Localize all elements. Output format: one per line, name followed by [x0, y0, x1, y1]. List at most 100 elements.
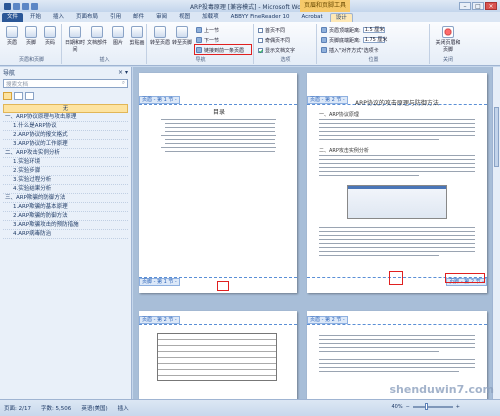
nav-item[interactable]: 1.实验环境 [3, 158, 128, 167]
picture-button[interactable]: 图片 [109, 26, 127, 46]
maximize-button[interactable]: □ [472, 2, 484, 10]
nav-item[interactable]: 2.实验步骤 [3, 167, 128, 176]
redo-icon[interactable] [31, 2, 38, 10]
text-line [319, 171, 475, 172]
zoom-in-icon[interactable]: + [456, 404, 460, 410]
nav-item[interactable]: 1.ARP欺骗的基本原理 [3, 203, 128, 212]
quick-parts-icon [91, 26, 103, 38]
window-controls: – □ × [459, 2, 500, 10]
page-header[interactable]: 页眉 - 第 1 节 - [139, 96, 297, 105]
group-close: 关闭页眉和页脚 关闭 [431, 24, 465, 64]
page-2[interactable]: 页眉 - 第 2 节 - ARP协议的攻击原理与防御方法 一、ARP协议原理 二… [307, 73, 487, 293]
footer-from-bottom-field[interactable]: 页脚底端距离: 1.75 厘米 [321, 36, 387, 44]
save-icon[interactable] [13, 2, 20, 10]
close-button[interactable]: × [485, 2, 497, 10]
header-from-top-field[interactable]: 页眉顶端距离: 1.5 厘米 [321, 26, 385, 34]
results-view-tab[interactable] [25, 92, 34, 100]
tab-abbyy[interactable]: ABBYY FineReader 10 [226, 13, 295, 22]
close-header-footer-button[interactable]: 关闭页眉和页脚 [435, 26, 461, 53]
tab-mailings[interactable]: 邮件 [128, 13, 149, 22]
zoom-slider[interactable] [412, 403, 453, 410]
nav-tree: 无 一、ARP协议原理与攻击原理 1.什么是ARP协议 2.ARP协议的报文格式… [3, 104, 128, 239]
nav-item[interactable]: 3.ARP欺骗攻击的预防措施 [3, 221, 128, 230]
text-line [319, 139, 439, 140]
goto-footer-button[interactable]: 转至页脚 [172, 26, 192, 46]
tab-design[interactable]: 设计 [329, 13, 353, 22]
document-area[interactable]: 页眉 - 第 1 节 - 目录 页脚 - 第 1 节 - 页眉 - 第 2 节 … [133, 67, 500, 399]
nav-item[interactable]: 1.什么是ARP协议 [3, 122, 128, 131]
tab-insert[interactable]: 插入 [48, 13, 69, 22]
nav-search-input[interactable]: 搜索文档 ⌕ [3, 79, 128, 88]
tab-page-layout[interactable]: 页面布局 [71, 13, 103, 22]
nav-item[interactable]: 无 [3, 104, 128, 113]
insert-alignment-tab-button[interactable]: 插入"对齐方式"选项卡 [321, 46, 379, 54]
language-indicator[interactable]: 英语(美国) [81, 404, 107, 412]
nav-item[interactable]: 2.ARP协议的报文格式 [3, 131, 128, 140]
scrollbar-thumb[interactable] [494, 107, 499, 167]
nav-item[interactable]: 2.ARP欺骗的防御方法 [3, 212, 128, 221]
page-header[interactable]: 页眉 - 第 2 节 - [307, 316, 487, 325]
word-icon [4, 2, 11, 10]
group-label: 位置 [368, 57, 379, 63]
nav-item[interactable]: 二、ARP攻击实例分析 [3, 149, 128, 158]
text-line [319, 251, 475, 252]
tab-review[interactable]: 审阅 [151, 13, 172, 22]
group-label: 页眉和页脚 [18, 57, 44, 63]
nav-item[interactable]: 三、ARP欺骗的防御方法 [3, 194, 128, 203]
vertical-scrollbar[interactable] [492, 67, 500, 399]
text-line [319, 119, 475, 120]
page-1[interactable]: 页眉 - 第 1 节 - 目录 页脚 - 第 1 节 - [139, 73, 297, 293]
next-section-button[interactable]: 下一节 [196, 36, 219, 44]
nav-item[interactable]: 3.实验过程分析 [3, 176, 128, 185]
minimize-button[interactable]: – [459, 2, 471, 10]
date-time-button[interactable]: 日期和时间 [65, 26, 85, 53]
tab-references[interactable]: 引用 [105, 13, 126, 22]
show-document-text-checkbox[interactable]: 显示文档文字 [258, 46, 295, 54]
nav-item[interactable]: 4.实验结果分析 [3, 185, 128, 194]
toc-line [161, 119, 276, 120]
table [157, 333, 277, 381]
nav-close-icon[interactable]: × ▾ [118, 69, 128, 76]
tab-view[interactable]: 视图 [174, 13, 195, 22]
quick-access-toolbar [0, 2, 38, 10]
insert-mode[interactable]: 插入 [118, 404, 129, 412]
different-odd-even-checkbox[interactable]: 奇偶页不同 [258, 36, 290, 44]
tab-file[interactable]: 文件 [2, 13, 24, 22]
text-line [319, 127, 475, 128]
goto-header-button[interactable]: 转至页眉 [150, 26, 170, 46]
zoom-level[interactable]: 40% [391, 404, 402, 410]
tab-acrobat[interactable]: Acrobat [297, 13, 328, 22]
headings-view-tab[interactable] [3, 92, 12, 100]
nav-item[interactable]: 4.ARP病毒防治 [3, 230, 128, 239]
undo-icon[interactable] [22, 2, 29, 10]
footer-button[interactable]: 页脚 [22, 26, 40, 46]
nav-item[interactable]: 3.ARP协议的工作原理 [3, 140, 128, 149]
group-position: 页眉顶端距离: 1.5 厘米 页脚底端距离: 1.75 厘米 插入"对齐方式"选项卡… [318, 24, 430, 64]
search-icon[interactable]: ⌕ [122, 80, 125, 87]
zoom-out-icon[interactable]: − [406, 404, 410, 410]
pages-view-tab[interactable] [14, 92, 23, 100]
word-count[interactable]: 字数: 5,506 [41, 404, 71, 412]
text-line [319, 135, 475, 136]
page-3[interactable]: 页眉 - 第 2 节 - [139, 311, 297, 399]
arrow-down-icon [196, 37, 202, 43]
nav-title: 导航 [3, 69, 16, 77]
page-header[interactable]: 页眉 - 第 2 节 - [139, 316, 297, 325]
goto-footer-icon [176, 26, 188, 38]
page-number-button[interactable]: 页码 [41, 26, 59, 46]
close-icon [442, 26, 454, 38]
toc-title: 目录 [213, 109, 226, 116]
nav-item[interactable]: 一、ARP协议原理与攻击原理 [3, 113, 128, 122]
toc-line [161, 135, 276, 136]
zoom-slider-knob[interactable] [424, 403, 428, 410]
context-tab-title: 页眉和页脚工具 [300, 0, 350, 12]
page-indicator[interactable]: 页面: 2/17 [4, 404, 31, 412]
tab-addins[interactable]: 加载项 [197, 13, 224, 22]
different-first-page-checkbox[interactable]: 首页不同 [258, 26, 285, 34]
tab-home[interactable]: 开始 [25, 13, 46, 22]
toc-line [165, 143, 275, 144]
header-button[interactable]: 页眉 [3, 26, 21, 46]
quick-parts-button[interactable]: 文档部件 [87, 26, 107, 46]
clipart-button[interactable]: 剪贴画 [128, 26, 146, 46]
previous-section-button[interactable]: 上一节 [196, 26, 219, 34]
